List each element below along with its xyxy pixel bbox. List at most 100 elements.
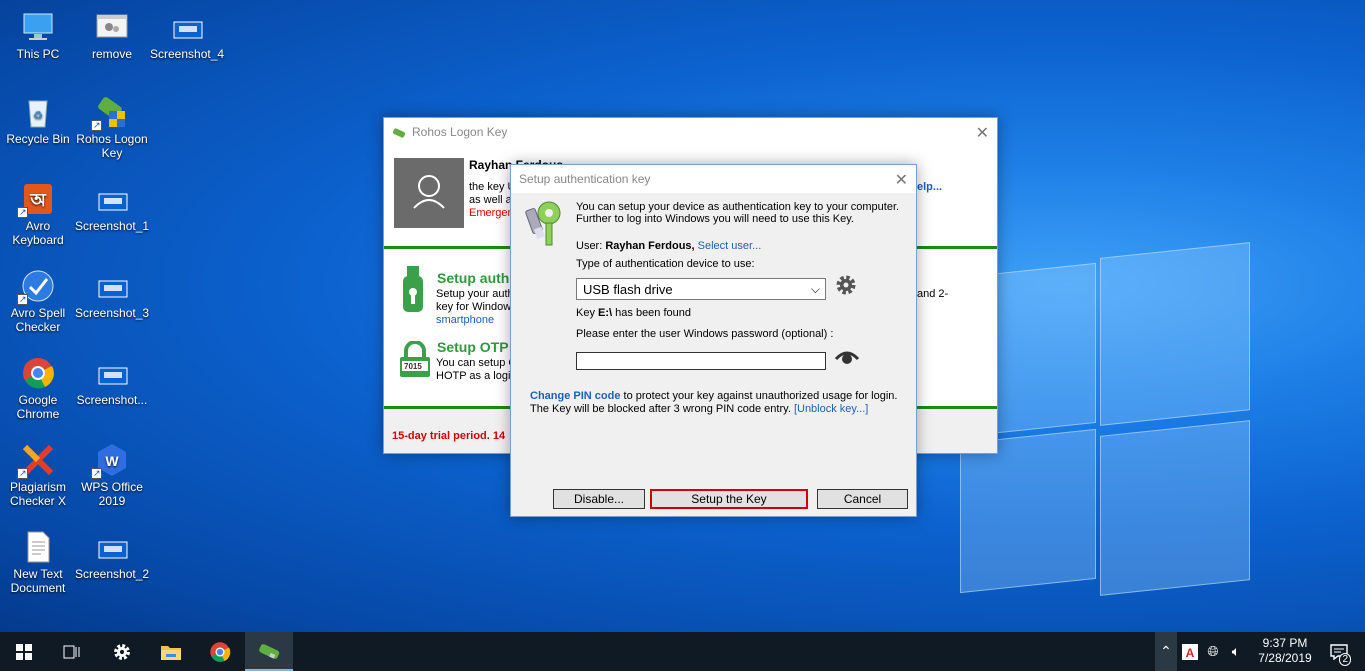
pin-text: to protect your key against unauthorized… [623, 390, 898, 402]
spellcheck-icon [17, 269, 55, 306]
svg-text:♻: ♻ [33, 110, 43, 122]
desktop-icon-recycle-bin[interactable]: ♻ Recycle Bin [1, 95, 75, 146]
setup-otp-title[interactable]: Setup OTP [437, 339, 509, 355]
rohos-titlebar[interactable]: Rohos Logon Key [384, 118, 997, 146]
setup-otp-line2: HOTP as a login [436, 370, 517, 382]
image-file-icon [95, 356, 129, 390]
plagiarism-icon [17, 443, 55, 480]
gear-icon[interactable] [834, 273, 858, 297]
svg-text:অ: অ [29, 190, 47, 210]
file-explorer-button[interactable] [147, 632, 195, 671]
block-row: The Key will be blocked after 3 wrong PI… [530, 403, 868, 415]
desktop-icon-screenshot-1[interactable]: Screenshot_1 [75, 182, 149, 233]
rohos-title: Rohos Logon Key [412, 125, 508, 139]
keys-icon [525, 199, 569, 254]
taskbar: ⌃ A 🌐︎ 🔈︎ 9:37 PM 7/28/2019 2 [0, 632, 1365, 671]
chevron-up-icon: ⌃ [1160, 643, 1172, 659]
desktop-icon-screenshot-2[interactable]: Screenshot_2 [75, 530, 149, 581]
disable-button[interactable]: Disable... [553, 489, 645, 509]
svg-text:A: A [1186, 646, 1195, 660]
dialog-intro-line1: You can setup your device as authenticat… [576, 201, 900, 213]
desktop-icon-this-pc[interactable]: This PC [1, 10, 75, 61]
chrome-taskbar-button[interactable] [196, 632, 244, 671]
setup-key-button[interactable]: Setup the Key [650, 489, 808, 509]
password-input[interactable] [576, 352, 826, 370]
notification-count: 2 [1339, 653, 1351, 666]
rohos-icon [91, 95, 129, 132]
gear-icon [114, 643, 130, 660]
rohos-desc-line1: the key U [469, 181, 516, 193]
desktop-icon-screenshot-4[interactable]: Screenshot_4 [150, 10, 224, 61]
desktop-icon-google-chrome[interactable]: Google Chrome [1, 356, 75, 421]
device-type-value: USB flash drive [583, 282, 673, 297]
image-file-icon [170, 10, 204, 44]
dialog-intro-line2: Further to log into Windows you will nee… [576, 213, 854, 225]
notifications-button[interactable]: 2 [1324, 632, 1354, 671]
avro-icon: অ [17, 182, 55, 219]
image-file-icon [95, 530, 129, 564]
dialog-title: Setup authentication key [519, 172, 651, 186]
settings-button[interactable] [98, 632, 146, 671]
device-type-select[interactable]: USB flash drive ⌵ [576, 278, 826, 300]
setup-otp-line1: You can setup G [436, 357, 517, 369]
text-file-icon [21, 530, 55, 564]
select-user-link[interactable]: Select user... [698, 240, 762, 252]
avatar [394, 158, 464, 228]
desktop-icon-avro-spell-checker[interactable]: Avro Spell Checker [1, 269, 75, 334]
setup-auth-line1: Setup your auth [436, 288, 514, 300]
eye-icon[interactable] [834, 348, 860, 366]
tray-avro-icon[interactable]: A [1180, 632, 1200, 671]
clock-date: 7/28/2019 [1258, 651, 1312, 665]
close-icon[interactable]: ✕ [976, 123, 989, 143]
desktop-icon-screenshot[interactable]: Screenshot... [75, 356, 149, 407]
user-label: User: [576, 240, 603, 252]
block-text: The Key will be blocked after 3 wrong PI… [530, 403, 791, 415]
otp-digits: 7015 [404, 362, 422, 371]
desktop-icon-screenshot-3[interactable]: Screenshot_3 [75, 269, 149, 320]
usb-key-icon [402, 266, 424, 317]
show-hidden-icons-button[interactable]: ⌃ [1155, 632, 1177, 671]
windows-icon [16, 643, 32, 660]
globe-icon: 🌐︎ [1207, 643, 1219, 659]
change-pin-link[interactable]: Change PIN code [530, 390, 620, 402]
recycle-bin-icon: ♻ [21, 95, 55, 129]
clock[interactable]: 9:37 PM 7/28/2019 [1250, 636, 1320, 666]
avro-tray-icon: A [1182, 643, 1198, 660]
chevron-down-icon: ⌵ [810, 282, 820, 296]
setup-auth-title[interactable]: Setup auth [437, 270, 509, 286]
rohos-taskbar-button[interactable] [245, 632, 293, 671]
setup-authentication-key-dialog: Setup authentication key ✕ You can setup… [510, 164, 917, 517]
clock-time: 9:37 PM [1262, 636, 1308, 650]
desktop-icon-avro-keyboard[interactable]: অ Avro Keyboard [1, 182, 75, 247]
desktop: This PC remove Screenshot_4 ♻ Recycle Bi… [0, 0, 1365, 632]
desktop-icon-plagiarism-checker-x[interactable]: Plagiarism Checker X [1, 443, 75, 508]
desktop-icon-remove[interactable]: remove [75, 10, 149, 61]
setup-auth-right-text: and 2- [917, 288, 949, 300]
device-type-label: Type of authentication device to use: [576, 258, 755, 270]
start-button[interactable] [0, 632, 48, 671]
pin-row: Change PIN code to protect your key agai… [530, 390, 897, 402]
unblock-key-link[interactable]: [Unblock key...] [794, 403, 868, 415]
dialog-titlebar[interactable]: Setup authentication key [511, 165, 916, 193]
svg-text:W: W [105, 453, 119, 469]
folder-icon [161, 645, 181, 660]
rohos-help-link[interactable]: elp... [917, 181, 942, 193]
window-icon [95, 10, 129, 44]
network-button[interactable]: 🌐︎ [1203, 632, 1223, 671]
cancel-button[interactable]: Cancel [817, 489, 908, 509]
volume-button[interactable]: 🔈︎ [1225, 632, 1247, 671]
password-label: Please enter the user Windows password (… [576, 328, 834, 340]
desktop-icon-new-text-document[interactable]: New Text Document [1, 530, 75, 595]
close-icon[interactable]: ✕ [895, 170, 908, 190]
image-file-icon [95, 269, 129, 303]
desktop-icon-wps-office[interactable]: W WPS Office 2019 [75, 443, 149, 508]
task-view-button[interactable] [48, 632, 96, 671]
key-drive: E:\ [598, 307, 613, 319]
smartphone-link[interactable]: smartphone [436, 314, 494, 326]
desktop-icon-rohos-logon-key[interactable]: Rohos Logon Key [75, 95, 149, 160]
otp-lock-icon: 7015 [398, 340, 432, 379]
rohos-key-icon [392, 127, 406, 138]
computer-icon [21, 10, 55, 44]
rohos-icon [259, 643, 280, 659]
wps-icon: W [91, 443, 129, 480]
